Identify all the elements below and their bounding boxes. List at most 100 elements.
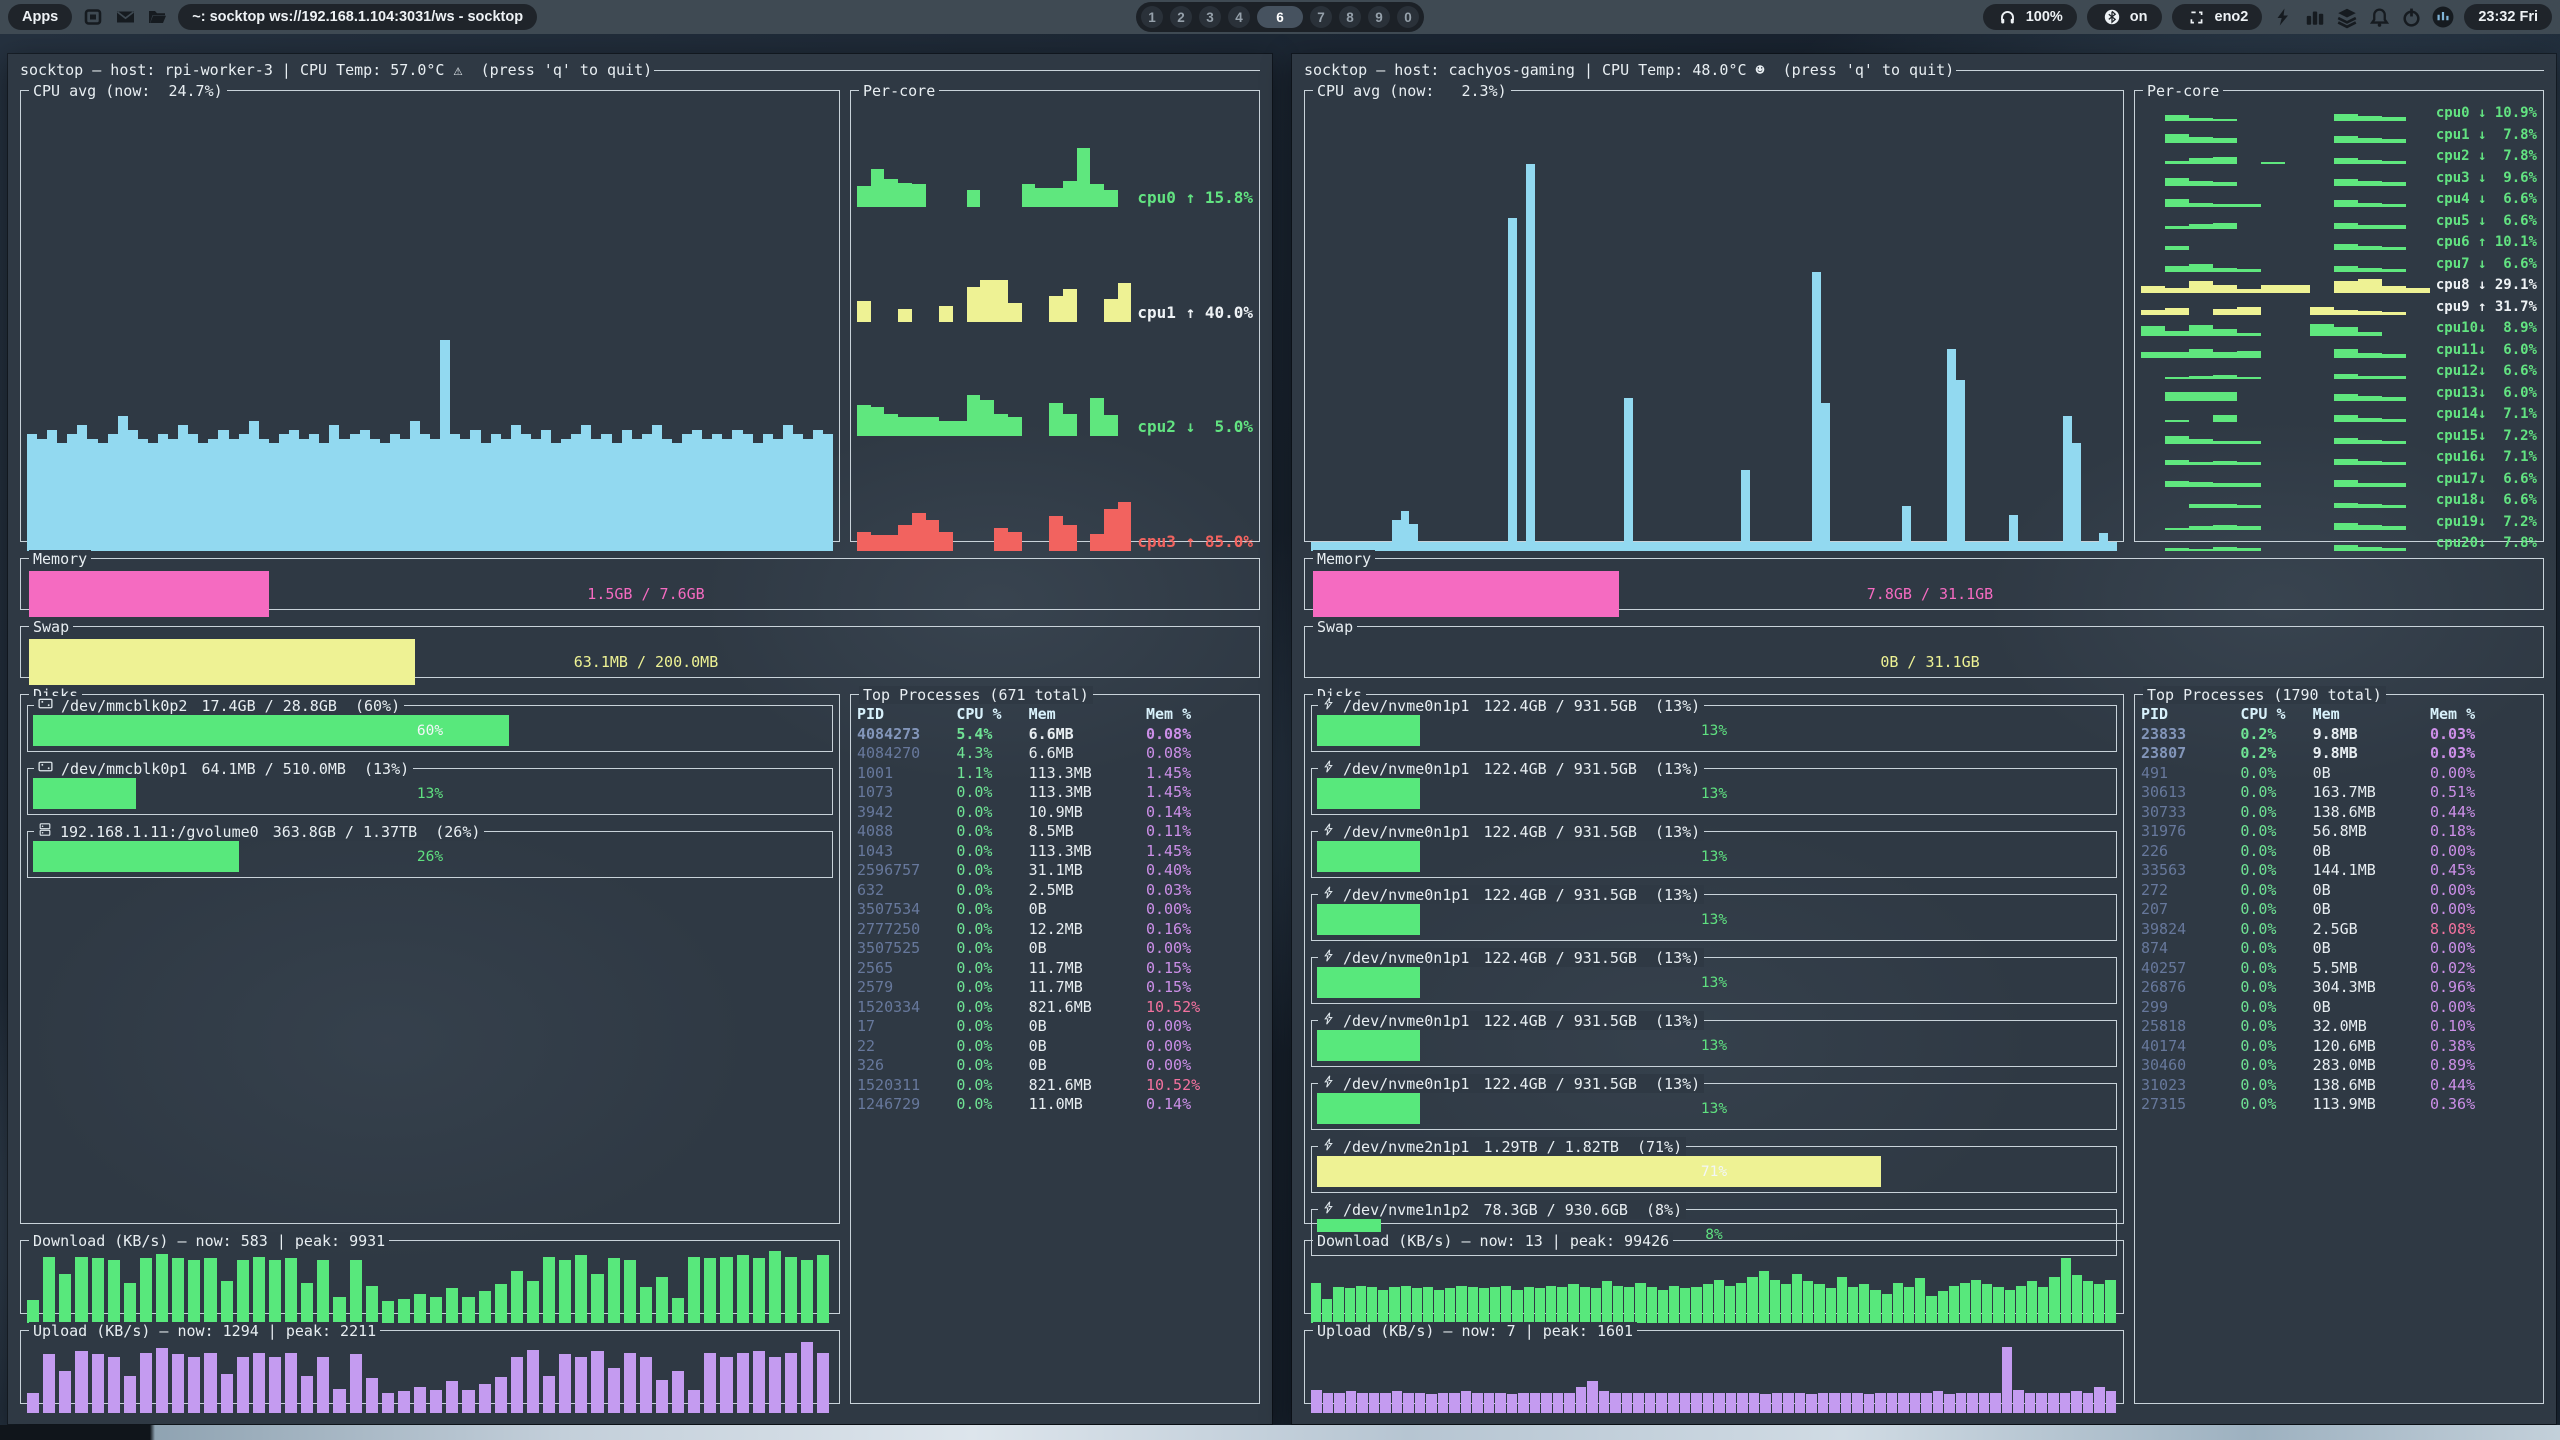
chart-bar: [1389, 1287, 1399, 1323]
power-icon[interactable]: [2400, 6, 2422, 28]
bolt-icon[interactable]: [2272, 6, 2294, 28]
chart-bar: [27, 1393, 39, 1413]
disk-title: /dev/nvme0n1p1122.4GB / 931.5GB (13%): [1318, 885, 1704, 904]
workspace-button-0[interactable]: 0: [1397, 6, 1419, 28]
chart-bar: [2027, 542, 2036, 551]
workspace-button-4[interactable]: 4: [1228, 6, 1250, 28]
spark-bar: [2358, 376, 2382, 379]
core-label: cpu5↓ 6.6%: [2436, 213, 2537, 229]
layers-icon[interactable]: [2336, 6, 2358, 28]
spark-bar: [871, 535, 885, 551]
chart-bar: [1591, 1288, 1601, 1323]
disk-usage-bar: 13%: [33, 778, 827, 809]
spark-bar: [2285, 285, 2309, 293]
chart-bar: [269, 1357, 281, 1413]
workspace-button-1[interactable]: 1: [1141, 6, 1163, 28]
spark-bar: [2334, 459, 2358, 465]
chart-bar: [430, 439, 440, 552]
core-sparkline: [2141, 126, 2430, 143]
chart-bar: [2025, 1393, 2036, 1413]
workspace-button-3[interactable]: 3: [1199, 6, 1221, 28]
chart-bar: [2071, 1391, 2082, 1413]
workspace-button-9[interactable]: 9: [1368, 6, 1390, 28]
disk-title: /dev/nvme1n1p278.3GB / 930.6GB (8%): [1318, 1200, 1686, 1219]
chart-bar: [1723, 542, 1732, 551]
clock-pill[interactable]: 23:32 Fri: [2464, 4, 2552, 30]
disk-box: /dev/mmcblk0p164.1MB / 510.0MB (13%)13%: [27, 768, 833, 815]
chart-bar: [67, 434, 77, 551]
spark-bar: [912, 417, 926, 436]
spark-bar: [2165, 288, 2189, 293]
core-row-cpu19: cpu19↓ 7.2%: [2141, 510, 2537, 530]
monitor-logo-icon[interactable]: [2432, 6, 2454, 28]
bell-icon[interactable]: [2368, 6, 2390, 28]
spark-bar: [2334, 266, 2358, 271]
chart-bar: [785, 1353, 797, 1413]
workspace-button-2[interactable]: 2: [1170, 6, 1192, 28]
disk-name: /dev/nvme0n1p1: [1343, 949, 1469, 967]
chart-bar: [652, 425, 662, 551]
core-sparkline: [857, 149, 1131, 207]
chart-bar: [1691, 1393, 1702, 1413]
disk-usage-bar: 13%: [1317, 715, 2111, 746]
core-sparkline: [2141, 384, 2430, 401]
chart-bar: [1660, 542, 1669, 551]
spark-bar: [2237, 441, 2261, 443]
spark-bar: [1090, 534, 1104, 551]
disk-box: /dev/nvme0n1p1122.4GB / 931.5GB (13%)13%: [1311, 957, 2117, 1004]
per-core-title: Per-core: [859, 82, 939, 100]
disk-usage-bar: 13%: [1317, 967, 2111, 998]
process-row: 10430.0%113.3MB1.45%: [857, 842, 1253, 862]
spark-bar: [2382, 117, 2406, 121]
folder-icon[interactable]: [146, 6, 168, 28]
disk-detail: 122.4GB / 931.5GB (13%): [1483, 1012, 1700, 1030]
chart-bar: [1902, 506, 1911, 551]
chart-bar: [1412, 1288, 1422, 1323]
chart-bar: [1461, 1391, 1472, 1413]
core-row-cpu6: cpu6↑ 10.1%: [2141, 230, 2537, 250]
disk-icon: [1322, 1200, 1335, 1219]
spark-bar: [2213, 285, 2237, 293]
chart-bar: [1687, 542, 1696, 551]
process-row: 304600.0%283.0MB0.89%: [2141, 1056, 2537, 1076]
window-icon[interactable]: [82, 6, 104, 28]
disk-usage-label: 13%: [1317, 841, 2111, 872]
apps-button[interactable]: Apps: [8, 4, 72, 30]
workspace-button-8[interactable]: 8: [1339, 6, 1361, 28]
chart-bar: [1904, 1287, 1914, 1323]
process-row: 8740.0%0B0.00%: [2141, 939, 2537, 959]
chart-bar: [128, 430, 138, 552]
chart-bar: [239, 434, 249, 551]
spark-bar: [1049, 188, 1063, 207]
chart-bar: [1367, 1287, 1377, 1323]
network-pill[interactable]: eno2: [2172, 4, 2263, 30]
spark-bar: [884, 535, 898, 551]
chart-bar: [59, 1274, 71, 1323]
chart-bar: [1848, 542, 1857, 551]
chart-bar: [1929, 542, 1938, 551]
workspace-button-6[interactable]: 6: [1257, 6, 1303, 28]
download-panel: Download (KB/s) — now: 583 | peak: 9931: [20, 1240, 840, 1314]
spark-bar: [2334, 480, 2358, 486]
terminal-left[interactable]: socktop — host: rpi-worker-3 | CPU Temp:…: [8, 54, 1272, 1424]
stats-icon[interactable]: [2304, 6, 2326, 28]
terminal-right[interactable]: socktop — host: cachyos-gaming | CPU Tem…: [1292, 54, 2556, 1424]
chart-bar: [1926, 1296, 1936, 1323]
disk-usage-label: 13%: [33, 778, 827, 809]
chart-bar: [1725, 1286, 1735, 1323]
bluetooth-pill[interactable]: on: [2087, 4, 2162, 30]
core-row-cpu12: cpu12↓ 6.6%: [2141, 359, 2537, 379]
chart-bar: [1714, 1280, 1724, 1323]
chart-bar: [1323, 1393, 1334, 1413]
window-title-pill[interactable]: ~: socktop ws://192.168.1.104:3031/ws - …: [178, 4, 537, 30]
workspace-button-7[interactable]: 7: [1310, 6, 1332, 28]
mail-icon[interactable]: [114, 6, 136, 28]
chart-bar: [1703, 1393, 1714, 1413]
per-core-list: cpu0↓ 10.9%cpu1↓ 7.8%cpu2↓ 7.8%cpu3↓ 9.6…: [2141, 101, 2537, 551]
chart-bar: [704, 1353, 716, 1413]
memory-panel: Memory 1.5GB / 7.6GB: [20, 558, 1260, 610]
spark-bar: [980, 280, 994, 322]
chart-bar: [2002, 1347, 2013, 1413]
volume-pill[interactable]: 100%: [1983, 4, 2077, 30]
chart-bar: [1613, 1286, 1623, 1323]
